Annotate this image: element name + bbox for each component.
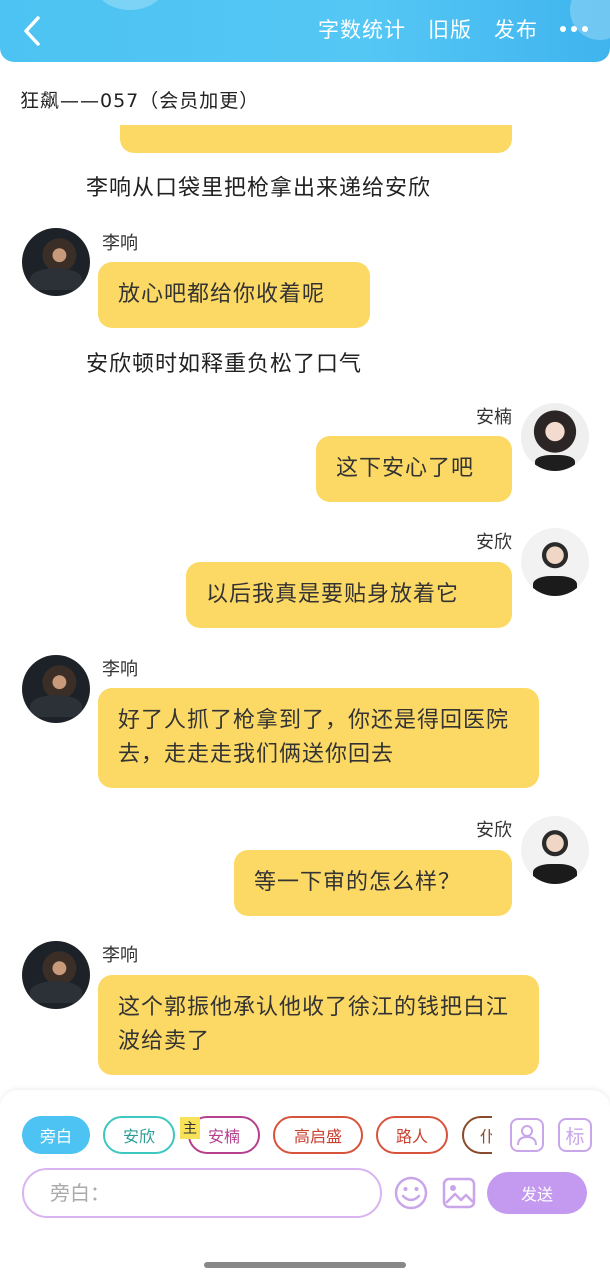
role-chip-gao-qisheng[interactable]: 高启盛 bbox=[273, 1116, 363, 1154]
avatar-li-xiang[interactable] bbox=[22, 941, 90, 1009]
avatar-an-nan[interactable] bbox=[521, 403, 589, 471]
role-chip-label: 安欣 bbox=[122, 1127, 155, 1146]
publish-button[interactable]: 发布 bbox=[494, 14, 538, 44]
person-icon bbox=[517, 1125, 537, 1146]
speaker-name: 李响 bbox=[102, 233, 138, 254]
role-selector: 旁白 安欣 安楠 高启盛 路人 仆 bbox=[22, 1116, 492, 1154]
tag-button[interactable]: 标 bbox=[558, 1118, 592, 1152]
top-bar: 字数统计 旧版 发布 bbox=[0, 0, 610, 62]
speaker-name: 安欣 bbox=[476, 820, 512, 841]
role-chip-label: 旁白 bbox=[39, 1127, 72, 1146]
old-version-button[interactable]: 旧版 bbox=[428, 14, 472, 44]
role-chip-narrator[interactable]: 旁白 bbox=[22, 1116, 90, 1154]
narration-text: 安欣顿时如释重负松了口气 bbox=[86, 352, 363, 377]
more-options-button[interactable] bbox=[560, 22, 588, 36]
message-input[interactable] bbox=[22, 1168, 382, 1218]
image-button[interactable] bbox=[441, 1175, 477, 1211]
top-actions: 字数统计 旧版 发布 bbox=[318, 14, 588, 44]
more-dot-icon bbox=[560, 26, 566, 32]
word-count-button[interactable]: 字数统计 bbox=[318, 14, 406, 44]
host-badge: 主 bbox=[180, 1117, 200, 1139]
role-chip-an-xin[interactable]: 安欣 bbox=[103, 1116, 175, 1154]
avatar-an-xin[interactable] bbox=[521, 816, 589, 884]
decorative-bubble bbox=[95, 0, 165, 10]
emoji-button[interactable] bbox=[393, 1175, 429, 1211]
avatar-an-xin[interactable] bbox=[521, 528, 589, 596]
message-bubble[interactable]: 好了人抓了枪拿到了，你还是得回医院去，走走走我们俩送你回去 bbox=[98, 688, 539, 788]
role-chip-label: 高启盛 bbox=[293, 1127, 342, 1146]
chevron-left-icon bbox=[24, 16, 40, 46]
emoji-icon bbox=[394, 1176, 428, 1210]
message-bubble-partial bbox=[120, 125, 512, 153]
more-dot-icon bbox=[582, 26, 588, 32]
role-chip-partial[interactable]: 仆 bbox=[462, 1116, 492, 1154]
character-manage-button[interactable] bbox=[510, 1118, 544, 1152]
avatar-li-xiang[interactable] bbox=[22, 655, 90, 723]
speaker-name: 李响 bbox=[102, 659, 138, 680]
role-chip-passerby[interactable]: 路人 bbox=[376, 1116, 448, 1154]
avatar-li-xiang[interactable] bbox=[22, 228, 90, 296]
role-chip-label: 安楠 bbox=[207, 1127, 240, 1146]
role-chip-label: 路人 bbox=[395, 1127, 428, 1146]
more-dot-icon bbox=[571, 26, 577, 32]
send-button[interactable]: 发送 bbox=[487, 1172, 587, 1214]
speaker-name: 安欣 bbox=[476, 532, 512, 553]
message-bubble[interactable]: 这下安心了吧 bbox=[316, 436, 512, 502]
message-bubble[interactable]: 放心吧都给你收着呢 bbox=[98, 262, 370, 328]
narration-text: 李响从口袋里把枪拿出来递给安欣 bbox=[86, 176, 432, 201]
image-icon bbox=[442, 1177, 476, 1209]
speaker-name: 安楠 bbox=[476, 407, 512, 428]
message-bubble[interactable]: 这个郭振他承认他收了徐江的钱把白江波给卖了 bbox=[98, 975, 539, 1075]
message-bubble[interactable]: 等一下审的怎么样？ bbox=[234, 850, 512, 916]
role-chip-label: 仆 bbox=[480, 1127, 492, 1146]
home-indicator bbox=[204, 1262, 406, 1268]
tag-icon: 标 bbox=[565, 1125, 585, 1148]
chapter-title: 狂飙——057（会员加更） bbox=[20, 90, 260, 112]
message-bubble[interactable]: 以后我真是要贴身放着它 bbox=[186, 562, 512, 628]
speaker-name: 李响 bbox=[102, 945, 138, 966]
back-button[interactable] bbox=[18, 14, 48, 48]
